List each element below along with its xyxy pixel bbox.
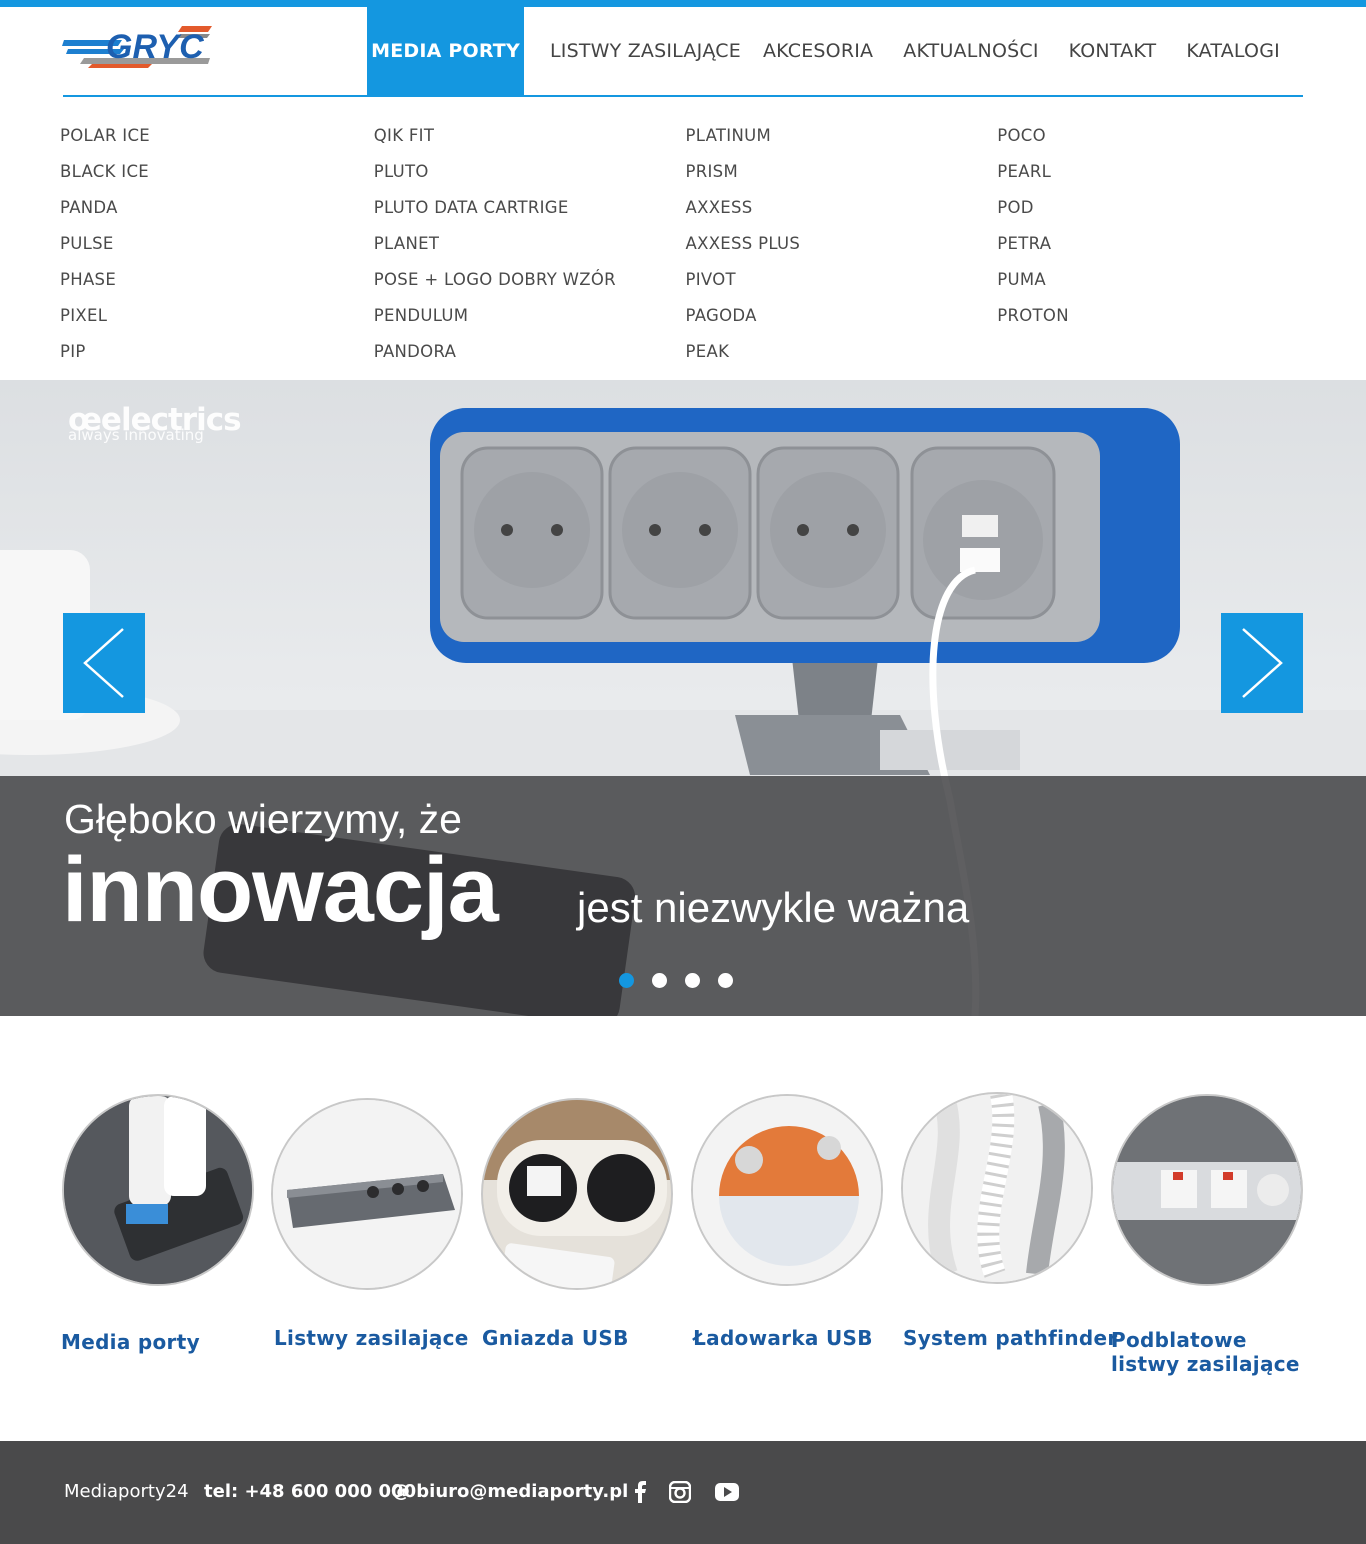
youtube-icon[interactable] [714, 1479, 740, 1505]
top-accent-bar [0, 0, 1366, 7]
main-nav: MEDIA PORTY LISTWY ZASILAJĄCE AKCESORIA … [367, 7, 1280, 95]
chevron-left-icon [83, 628, 124, 698]
category-podblatowe-listwy[interactable]: Podblatowe listwy zasilające [1111, 1094, 1311, 1376]
menu-item[interactable]: PLANET [374, 226, 687, 262]
chevron-right-icon [1242, 628, 1283, 698]
instagram-icon[interactable] [667, 1479, 693, 1505]
nav-akcesoria[interactable]: AKCESORIA [763, 7, 873, 95]
nav-listwy-zasilajace[interactable]: LISTWY ZASILAJĄCE [550, 7, 741, 95]
menu-item[interactable]: PIP [60, 334, 373, 370]
footer: Mediaporty24 tel: +48 600 000 000 @ biur… [0, 1441, 1366, 1544]
prev-slide-button[interactable] [63, 613, 145, 713]
category-label: Media porty [61, 1330, 200, 1354]
menu-item[interactable]: PULSE [60, 226, 373, 262]
category-listwy-zasilajace[interactable]: Listwy zasilające [271, 1098, 471, 1350]
menu-item[interactable]: PUMA [997, 262, 1310, 298]
menu-item[interactable]: PIVOT [686, 262, 999, 298]
menu-item[interactable]: POCO [997, 118, 1310, 154]
category-label-line-2: listwy zasilające [1111, 1352, 1300, 1376]
menu-item[interactable]: PLATINUM [686, 118, 999, 154]
menu-item[interactable]: PANDA [60, 190, 373, 226]
category-grid: Media porty Listwy zasilające Gniazda US… [0, 1090, 1366, 1390]
category-system-pathfinder[interactable]: System pathfinder [901, 1092, 1117, 1350]
category-label: System pathfinder [903, 1326, 1118, 1350]
menu-column-4: POCO PEARL POD PETRA PUMA PROTON [997, 118, 1310, 370]
category-image-media-porty [62, 1094, 254, 1286]
category-label-line-1: Podblatowe [1111, 1328, 1247, 1352]
menu-item[interactable]: AXXESS [686, 190, 999, 226]
caption-line-1: Głęboko wierzymy, że [64, 796, 462, 842]
menu-item[interactable]: PRISM [686, 154, 999, 190]
facebook-icon[interactable] [627, 1479, 653, 1505]
footer-phone[interactable]: tel: +48 600 000 000 [204, 1481, 416, 1502]
category-gniazda-usb[interactable]: Gniazda USB [481, 1098, 681, 1350]
category-label: Gniazda USB [482, 1326, 629, 1350]
footer-email[interactable]: @ biuro@mediaporty.pl [392, 1481, 628, 1502]
menu-item[interactable]: PLUTO [374, 154, 687, 190]
hero-caption: Głęboko wierzymy, że innowacja jest niez… [0, 776, 1366, 1016]
menu-column-2: QIK FIT PLUTO PLUTO DATA CARTRIGE PLANET… [374, 118, 687, 370]
menu-item[interactable]: POD [997, 190, 1310, 226]
menu-item[interactable]: PAGODA [686, 298, 999, 334]
menu-item[interactable]: QIK FIT [374, 118, 687, 154]
slider-dot-3[interactable] [685, 973, 700, 988]
menu-column-1: POLAR ICE BLACK ICE PANDA PULSE PHASE PI… [60, 118, 373, 370]
footer-company: Mediaporty24 [64, 1481, 189, 1502]
category-label: Ładowarka USB [693, 1326, 873, 1350]
category-image-pathfinder [901, 1092, 1093, 1284]
nav-aktualnosci[interactable]: AKTUALNOŚCI [903, 7, 1038, 95]
menu-item[interactable]: PEAK [686, 334, 999, 370]
category-image-ladowarka-usb [691, 1094, 883, 1286]
menu-item[interactable]: PIXEL [60, 298, 373, 334]
mega-menu: POLAR ICE BLACK ICE PANDA PULSE PHASE PI… [60, 118, 1310, 370]
category-image-podblatowe [1111, 1094, 1303, 1286]
nav-underline [63, 95, 1303, 97]
caption-highlight: innowacja [62, 839, 499, 941]
menu-column-3: PLATINUM PRISM AXXESS AXXESS PLUS PIVOT … [686, 118, 999, 370]
nav-katalogi[interactable]: KATALOGI [1186, 7, 1280, 95]
slider-dot-1[interactable] [619, 973, 634, 988]
category-image-listwy [271, 1098, 463, 1290]
category-ladowarka-usb[interactable]: Ładowarka USB [691, 1094, 891, 1350]
nav-kontakt[interactable]: KONTAKT [1069, 7, 1157, 95]
gryc-logo[interactable]: GRYC [62, 20, 214, 72]
menu-item[interactable]: PANDORA [374, 334, 687, 370]
menu-item[interactable]: POSE + LOGO DOBRY WZÓR [374, 262, 687, 298]
menu-item[interactable]: PROTON [997, 298, 1310, 334]
logo-text: GRYC [106, 28, 204, 66]
category-label: Listwy zasilające [274, 1326, 469, 1350]
menu-item[interactable]: POLAR ICE [60, 118, 373, 154]
caption-line-2: jest niezwykle ważna [577, 884, 970, 931]
category-image-gniazda-usb [481, 1098, 673, 1290]
slider-dot-4[interactable] [718, 973, 733, 988]
next-slide-button[interactable] [1221, 613, 1303, 713]
menu-item[interactable]: PETRA [997, 226, 1310, 262]
nav-media-porty[interactable]: MEDIA PORTY [367, 7, 524, 95]
menu-item[interactable]: PLUTO DATA CARTRIGE [374, 190, 687, 226]
menu-item[interactable]: AXXESS PLUS [686, 226, 999, 262]
oeelectrics-tagline: always innovating [68, 426, 204, 444]
menu-item[interactable]: PENDULUM [374, 298, 687, 334]
menu-item[interactable]: PEARL [997, 154, 1310, 190]
menu-item[interactable]: BLACK ICE [60, 154, 373, 190]
menu-item[interactable]: PHASE [60, 262, 373, 298]
category-media-porty[interactable]: Media porty [61, 1094, 262, 1354]
slider-dot-2[interactable] [652, 973, 667, 988]
hero-slider: œelectrics always innovating Głęboko wie… [0, 380, 1366, 1016]
slider-dots [619, 973, 733, 988]
